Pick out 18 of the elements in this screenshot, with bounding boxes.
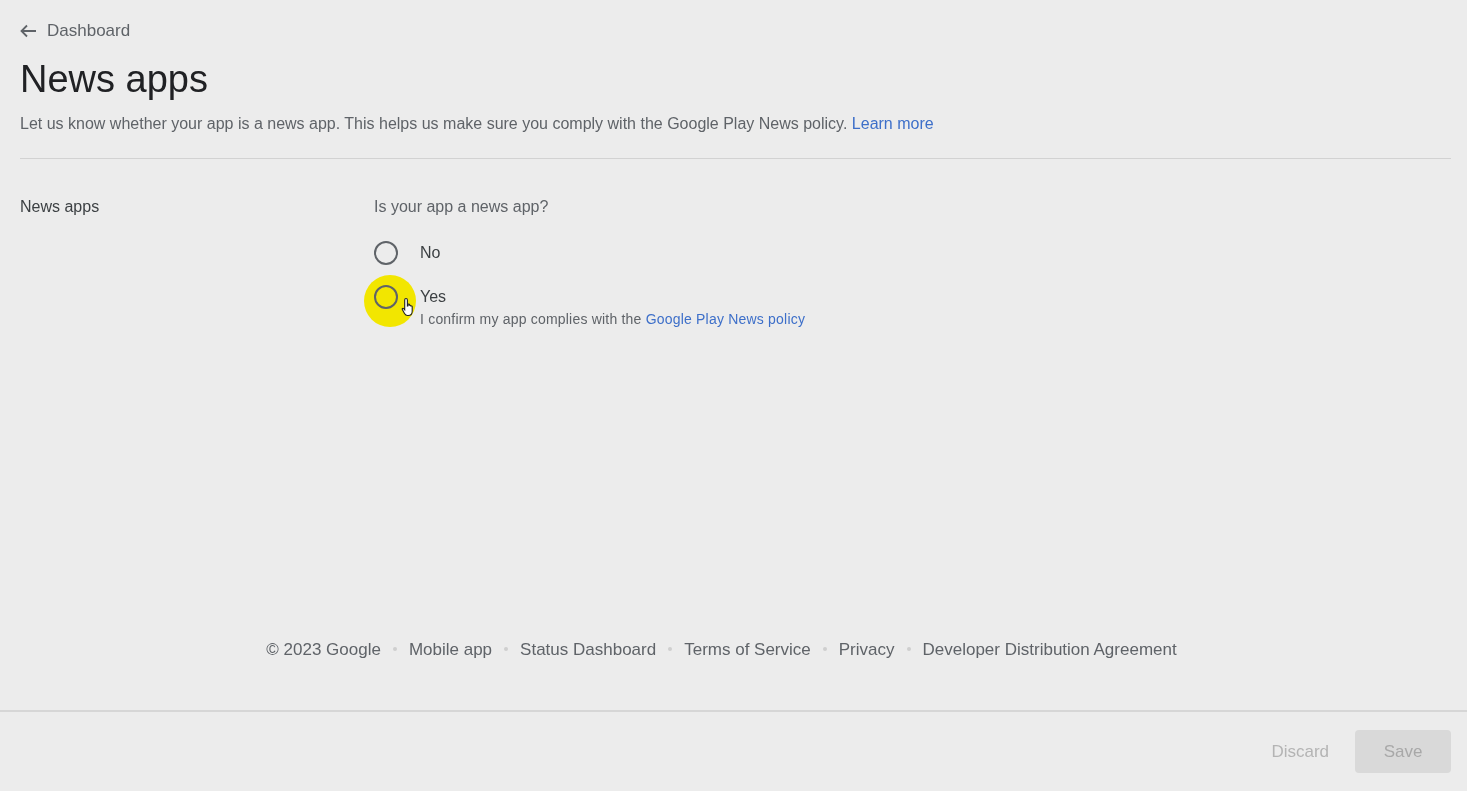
back-link[interactable]: Dashboard — [20, 18, 131, 44]
learn-more-link[interactable]: Learn more — [851, 115, 934, 133]
page-title: News apps — [20, 56, 209, 102]
question-text: Is your app a news app? — [374, 197, 550, 218]
footer-link[interactable]: Developer Distribution Agreement — [922, 636, 1177, 662]
back-arrow-icon — [20, 23, 37, 38]
copyright-text: © 2023 Google — [266, 638, 381, 661]
footer-link[interactable]: Terms of Service — [684, 636, 811, 662]
page-description: Let us know whether your app is a news app. This helps us make sure you comply with the Google Play News policy. Learn more — [20, 114, 935, 135]
footer-link[interactable]: Mobile app — [408, 636, 493, 662]
policy-link[interactable]: Google Play News policy — [645, 311, 806, 328]
option-label: Yes — [420, 287, 448, 308]
radio-button[interactable] — [374, 241, 398, 266]
section-label: News apps — [20, 198, 100, 216]
confirm-text: I confirm my app complies with the Google Play News policy — [420, 310, 806, 330]
footer-link[interactable]: Privacy — [838, 636, 895, 662]
footer-link[interactable]: Status Dashboard — [520, 636, 657, 662]
option-label: No — [420, 243, 441, 264]
